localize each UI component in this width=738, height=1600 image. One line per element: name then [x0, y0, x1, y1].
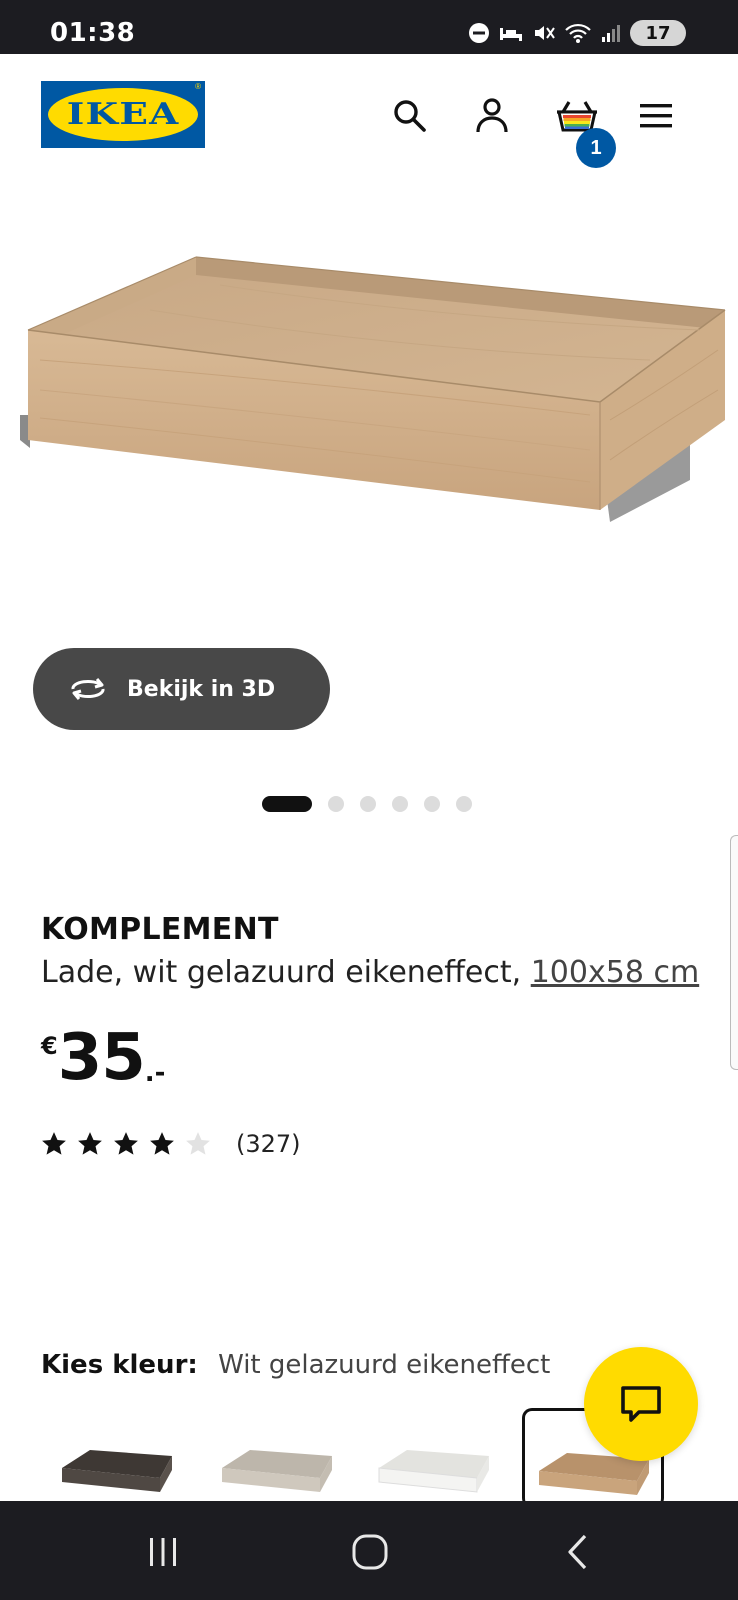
- status-time: 01:38: [50, 18, 136, 48]
- battery-level: 17: [645, 22, 671, 44]
- product-price: € 35 .-: [41, 1026, 165, 1090]
- battery-icon: 17: [630, 20, 686, 46]
- rating-count: (327): [236, 1130, 301, 1158]
- edge-panel-handle[interactable]: [730, 835, 738, 1070]
- price-currency: €: [41, 1032, 58, 1060]
- price-decimal: .-: [144, 1058, 166, 1088]
- carousel-dot[interactable]: [360, 796, 376, 812]
- status-bar: 01:38 17: [0, 0, 738, 54]
- color-option-dark-grey[interactable]: [50, 1408, 180, 1508]
- logo-text: IKEA: [66, 97, 180, 132]
- price-integer: 35: [57, 1021, 146, 1095]
- search-icon[interactable]: [388, 94, 432, 138]
- ikea-logo[interactable]: IKEA ®: [41, 81, 205, 148]
- color-label: Kies kleur:: [41, 1350, 198, 1380]
- view-in-3d-label: Bekijk in 3D: [127, 676, 276, 702]
- product-name: KOMPLEMENT: [41, 912, 279, 947]
- color-option-white[interactable]: [367, 1408, 497, 1508]
- system-navigation-bar: [0, 1501, 738, 1600]
- sleep-mode-icon: [500, 28, 522, 41]
- cart-count-badge: 1: [576, 128, 616, 168]
- carousel-dot[interactable]: [392, 796, 408, 812]
- status-icons: 17: [468, 20, 686, 46]
- product-description-text: Lade, wit gelazuurd eikeneffect,: [41, 955, 522, 990]
- do-not-disturb-icon: [469, 23, 489, 43]
- chat-icon: [621, 1386, 661, 1422]
- product-rating[interactable]: (327): [40, 1130, 301, 1158]
- back-icon: [568, 1534, 587, 1570]
- account-icon[interactable]: [470, 94, 514, 138]
- chat-button[interactable]: [584, 1347, 698, 1461]
- carousel-dot[interactable]: [456, 796, 472, 812]
- recent-apps-icon: [150, 1538, 176, 1566]
- carousel-dot[interactable]: [328, 796, 344, 812]
- home-icon: [352, 1534, 388, 1570]
- rotate-3d-icon: [71, 678, 105, 700]
- carousel-dot[interactable]: [424, 796, 440, 812]
- star-empty-icon: [186, 1132, 210, 1155]
- recent-apps-button[interactable]: [133, 1527, 193, 1577]
- signal-icon: [602, 25, 620, 42]
- color-picker-label: Kies kleur: Wit gelazuurd eikeneffect: [41, 1350, 550, 1380]
- color-option-beige[interactable]: [210, 1408, 340, 1508]
- image-carousel-dots: [262, 796, 472, 812]
- star-filled-icon: [78, 1132, 102, 1155]
- registered-mark: ®: [195, 82, 201, 91]
- logo-oval: IKEA: [48, 88, 198, 141]
- wifi-icon: [565, 23, 591, 43]
- star-filled-icon: [150, 1132, 174, 1155]
- mute-icon: [535, 26, 555, 40]
- back-button[interactable]: [548, 1527, 608, 1577]
- site-header: IKEA ® 1: [0, 54, 738, 172]
- carousel-dot-active[interactable]: [262, 796, 312, 812]
- product-size-link[interactable]: 100x58 cm: [531, 955, 699, 990]
- star-filled-icon: [114, 1132, 138, 1155]
- color-value: Wit gelazuurd eikeneffect: [218, 1350, 551, 1380]
- product-image[interactable]: [0, 190, 738, 590]
- product-description: Lade, wit gelazuurd eikeneffect, 100x58 …: [41, 955, 699, 990]
- view-in-3d-button[interactable]: Bekijk in 3D: [33, 648, 330, 730]
- star-filled-icon: [42, 1132, 66, 1155]
- home-button[interactable]: [340, 1527, 400, 1577]
- menu-icon[interactable]: [634, 94, 678, 138]
